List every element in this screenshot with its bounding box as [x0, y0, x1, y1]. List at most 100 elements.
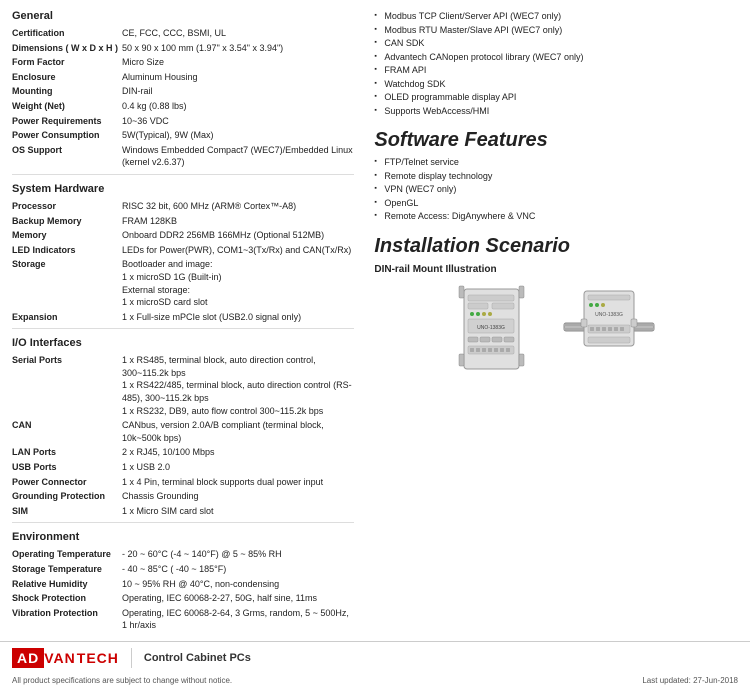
- footer: ADVANTECH Control Cabinet PCs All produc…: [0, 633, 750, 689]
- spec-row: Power Connector1 x 4 Pin, terminal block…: [12, 475, 354, 490]
- spec-row: Shock ProtectionOperating, IEC 60068-2-2…: [12, 591, 354, 606]
- spec-label: Processor: [12, 199, 122, 214]
- bullet-item: Modbus TCP Client/Server API (WEC7 only): [374, 10, 738, 24]
- spec-row: Serial Ports1 x RS485, terminal block, a…: [12, 353, 354, 418]
- system-hardware-table: ProcessorRISC 32 bit, 600 MHz (ARM® Cort…: [12, 199, 354, 324]
- spec-value: - 20 ~ 60°C (-4 ~ 140°F) @ 5 ~ 85% RH: [122, 547, 354, 562]
- bullet-item: CAN SDK: [374, 37, 738, 51]
- logo-tech: TECH: [77, 650, 119, 666]
- io-interfaces-table: Serial Ports1 x RS485, terminal block, a…: [12, 353, 354, 518]
- system-hardware-title: System Hardware: [12, 183, 354, 195]
- spec-value: Onboard DDR2 256MB 166MHz (Optional 512M…: [122, 228, 354, 243]
- spec-value: RISC 32 bit, 600 MHz (ARM® Cortex™-A8): [122, 199, 354, 214]
- spec-label: Weight (Net): [12, 99, 122, 114]
- device-svg-front: UNO-1383G: [454, 281, 539, 381]
- spec-label: Certification: [12, 26, 122, 41]
- spec-value: 1 x Micro SIM card slot: [122, 504, 354, 519]
- spec-label: USB Ports: [12, 460, 122, 475]
- bullet-item: Watchdog SDK: [374, 78, 738, 92]
- device-front-view: UNO-1383G: [454, 281, 539, 381]
- footer-logo: ADVANTECH: [12, 648, 132, 668]
- spec-label: Grounding Protection: [12, 489, 122, 504]
- spec-value: Windows Embedded Compact7 (WEC7)/Embedde…: [122, 143, 354, 170]
- divider-1: [12, 174, 354, 175]
- software-feature-item: OpenGL: [374, 197, 738, 211]
- spec-row: EnclosureAluminum Housing: [12, 70, 354, 85]
- spec-row: Storage Temperature- 40 ~ 85°C ( -40 ~ 1…: [12, 562, 354, 577]
- bullet-item: OLED programmable display API: [374, 91, 738, 105]
- spec-row: ProcessorRISC 32 bit, 600 MHz (ARM® Cort…: [12, 199, 354, 214]
- spec-value: 1 x 4 Pin, terminal block supports dual …: [122, 475, 354, 490]
- spec-row: MountingDIN-rail: [12, 84, 354, 99]
- bullet-item: FRAM API: [374, 64, 738, 78]
- spec-label: Operating Temperature: [12, 547, 122, 562]
- logo-van: VAN: [44, 650, 76, 666]
- spec-label: Backup Memory: [12, 214, 122, 229]
- environment-title: Environment: [12, 531, 354, 543]
- spec-label: Storage: [12, 257, 122, 309]
- spec-value: CE, FCC, CCC, BSMI, UL: [122, 26, 354, 41]
- spec-label: LAN Ports: [12, 445, 122, 460]
- spec-value: Micro Size: [122, 55, 354, 70]
- software-feature-item: VPN (WEC7 only): [374, 183, 738, 197]
- spec-value: FRAM 128KB: [122, 214, 354, 229]
- spec-value: 10~36 VDC: [122, 114, 354, 129]
- page: General CertificationCE, FCC, CCC, BSMI,…: [0, 0, 750, 689]
- software-feature-item: FTP/Telnet service: [374, 156, 738, 170]
- spec-label: SIM: [12, 504, 122, 519]
- spec-label: Power Requirements: [12, 114, 122, 129]
- spec-row: LED IndicatorsLEDs for Power(PWR), COM1~…: [12, 243, 354, 258]
- spec-value: Operating, IEC 60068-2-27, 50G, half sin…: [122, 591, 354, 606]
- spec-value: DIN-rail: [122, 84, 354, 99]
- spec-row: Power Consumption5W(Typical), 9W (Max): [12, 128, 354, 143]
- divider-3: [12, 522, 354, 523]
- spec-label: Relative Humidity: [12, 577, 122, 592]
- spec-value: LEDs for Power(PWR), COM1~3(Tx/Rx) and C…: [122, 243, 354, 258]
- spec-row: Power Requirements10~36 VDC: [12, 114, 354, 129]
- spec-value: 1 x USB 2.0: [122, 460, 354, 475]
- footer-date: Last updated: 27-Jun-2018: [642, 676, 738, 685]
- installation-scenario-title: Installation Scenario: [374, 234, 738, 258]
- device-side-view: UNO-1383G: [559, 281, 659, 381]
- spec-row: Form FactorMicro Size: [12, 55, 354, 70]
- spec-value: CANbus, version 2.0A/B compliant (termin…: [122, 418, 354, 445]
- spec-value: Chassis Grounding: [122, 489, 354, 504]
- spec-label: Power Consumption: [12, 128, 122, 143]
- software-feature-item: Remote display technology: [374, 170, 738, 184]
- environment-table: Operating Temperature- 20 ~ 60°C (-4 ~ 1…: [12, 547, 354, 633]
- spec-row: CertificationCE, FCC, CCC, BSMI, UL: [12, 26, 354, 41]
- bullet-item: Modbus RTU Master/Slave API (WEC7 only): [374, 24, 738, 38]
- general-table: CertificationCE, FCC, CCC, BSMI, ULDimen…: [12, 26, 354, 170]
- spec-label: Power Connector: [12, 475, 122, 490]
- bullet-item: Supports WebAccess/HMI: [374, 105, 738, 119]
- spec-row: StorageBootloader and image: 1 x microSD…: [12, 257, 354, 309]
- footer-product: Control Cabinet PCs: [144, 652, 738, 664]
- spec-value: 10 ~ 95% RH @ 40°C, non-condensing: [122, 577, 354, 592]
- spec-label: Enclosure: [12, 70, 122, 85]
- spec-value: Bootloader and image: 1 x microSD 1G (Bu…: [122, 257, 354, 309]
- spec-row: Grounding ProtectionChassis Grounding: [12, 489, 354, 504]
- spec-label: Mounting: [12, 84, 122, 99]
- software-feature-item: Remote Access: DigAnywhere & VNC: [374, 210, 738, 224]
- footer-bottom: All product specifications are subject t…: [0, 674, 750, 689]
- left-column: General CertificationCE, FCC, CCC, BSMI,…: [12, 10, 370, 633]
- spec-row: Weight (Net)0.4 kg (0.88 lbs): [12, 99, 354, 114]
- spec-value: 1 x RS485, terminal block, auto directio…: [122, 353, 354, 418]
- svg-text:UNO-1383G: UNO-1383G: [477, 325, 505, 331]
- spec-label: Memory: [12, 228, 122, 243]
- general-title: General: [12, 10, 354, 22]
- spec-row: USB Ports1 x USB 2.0: [12, 460, 354, 475]
- spec-row: Operating Temperature- 20 ~ 60°C (-4 ~ 1…: [12, 547, 354, 562]
- software-features-list: FTP/Telnet serviceRemote display technol…: [374, 156, 738, 224]
- spec-row: Backup MemoryFRAM 128KB: [12, 214, 354, 229]
- spec-row: Expansion1 x Full-size mPCIe slot (USB2.…: [12, 310, 354, 325]
- spec-label: Vibration Protection: [12, 606, 122, 633]
- spec-label: Storage Temperature: [12, 562, 122, 577]
- spec-value: Operating, IEC 60068-2-64, 3 Grms, rando…: [122, 606, 354, 633]
- footer-note: All product specifications are subject t…: [12, 676, 232, 685]
- right-column: Modbus TCP Client/Server API (WEC7 only)…: [370, 10, 738, 633]
- spec-value: 1 x Full-size mPCIe slot (USB2.0 signal …: [122, 310, 354, 325]
- divider-2: [12, 328, 354, 329]
- spec-label: Expansion: [12, 310, 122, 325]
- spec-value: 50 x 90 x 100 mm (1.97" x 3.54" x 3.94"): [122, 41, 354, 56]
